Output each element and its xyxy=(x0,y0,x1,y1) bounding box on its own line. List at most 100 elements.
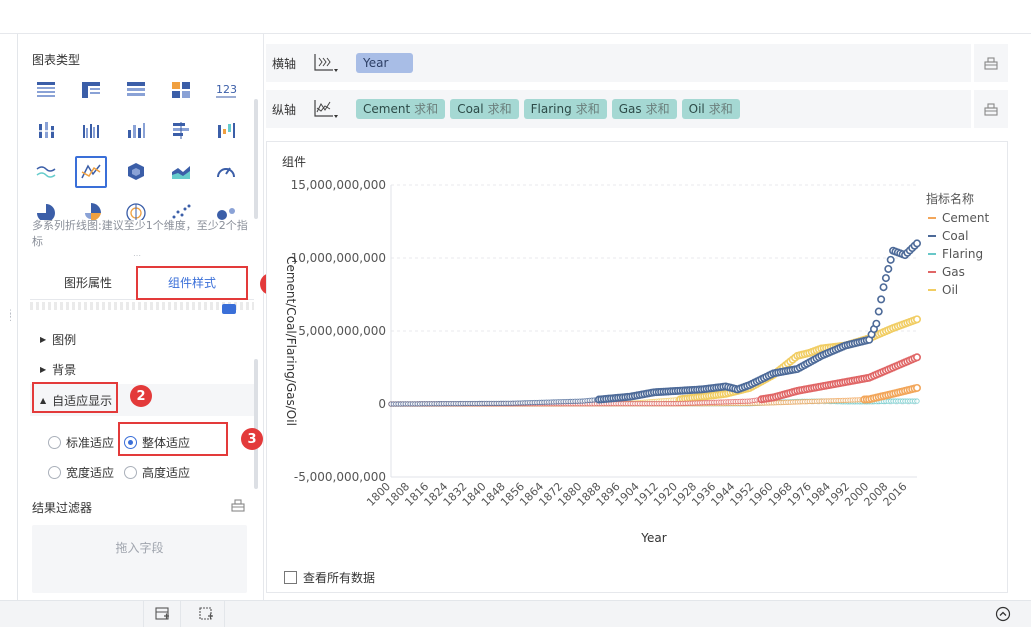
clipped-row xyxy=(30,302,254,310)
tree-item-background[interactable]: ▶ 背景 xyxy=(40,361,76,378)
view-all-checkbox[interactable] xyxy=(284,571,297,584)
legend-item[interactable]: Coal xyxy=(928,227,989,245)
svg-text:123: 123 xyxy=(216,83,237,96)
add-component-icon[interactable] xyxy=(187,601,225,627)
group-bar-icon[interactable] xyxy=(75,115,107,147)
legend-item[interactable]: Cement xyxy=(928,209,989,227)
annotation-box-3 xyxy=(118,422,228,456)
legend: Cement Coal Flaring Gas Oil xyxy=(928,209,989,299)
view-all-data[interactable]: 查看所有数据 xyxy=(284,569,375,586)
data-point[interactable] xyxy=(886,255,895,264)
field-aggregation: 求和 xyxy=(575,102,600,116)
radio-height[interactable]: 高度适应 xyxy=(124,464,190,481)
collapsed-toggle-icon[interactable] xyxy=(222,304,236,314)
radio-dot xyxy=(48,436,61,449)
chart-hint: 多系列折线图:建议至少1个维度，至少2个指标 xyxy=(32,219,248,248)
radio-width[interactable]: 宽度适应 xyxy=(48,464,114,481)
data-point[interactable] xyxy=(884,264,893,273)
left-panel: 图表类型 123 多系列折线图:建议至少1个维度，至少2个指标 ⋯ 图形属性 组… xyxy=(18,34,264,600)
detail-table-icon[interactable] xyxy=(120,74,152,106)
pie-icon[interactable] xyxy=(30,197,62,220)
number-icon[interactable]: 123 xyxy=(210,74,242,106)
data-point[interactable] xyxy=(877,295,886,304)
x-axis-settings-icon[interactable] xyxy=(974,44,1008,82)
drag-handle-icon[interactable]: ⋮ ⋮ xyxy=(6,310,15,328)
bar-chart-icon[interactable] xyxy=(120,115,152,147)
legend-item[interactable]: Oil xyxy=(928,281,989,299)
y-tick-label: -5,000,000,000 xyxy=(294,470,386,484)
data-point[interactable] xyxy=(881,274,890,283)
field-pill[interactable]: Coal 求和 xyxy=(450,99,519,119)
style-scrollbar[interactable] xyxy=(254,359,258,489)
radio-dot xyxy=(124,466,137,479)
data-point[interactable] xyxy=(914,398,920,404)
radio-standard[interactable]: 标准适应 xyxy=(48,434,114,451)
radio-label: 标准适应 xyxy=(66,436,115,450)
tab-graphic-properties[interactable]: 图形属性 xyxy=(48,268,128,298)
horizontal-bar-icon[interactable] xyxy=(165,115,197,147)
gauge-icon[interactable] xyxy=(210,156,242,188)
x-axis-label: 横轴 xyxy=(272,56,297,71)
data-point[interactable] xyxy=(872,319,881,328)
legend-item[interactable]: Flaring xyxy=(928,245,989,263)
y-axis-row: 纵轴 Cement 求和 Coal 求和 Flaring 求和 Gas 求和 Oil 求和 xyxy=(266,90,971,128)
data-point[interactable] xyxy=(874,307,883,316)
bubble-icon[interactable] xyxy=(210,197,242,220)
chart-card: 组件 15,000,000,000 10,000,000,000 5,000,000… xyxy=(266,141,1008,593)
data-point[interactable] xyxy=(879,283,888,292)
field-pill[interactable]: Year xyxy=(356,53,414,73)
scatter-icon[interactable] xyxy=(165,197,197,220)
chart-type-grid: 123 xyxy=(30,74,252,220)
field-name: Coal xyxy=(457,102,484,116)
radar-icon[interactable] xyxy=(120,197,152,220)
field-pill[interactable]: Cement 求和 xyxy=(356,99,446,119)
field-pill[interactable]: Oil 求和 xyxy=(681,99,740,119)
annotation-badge-2: 2 xyxy=(130,385,152,407)
caret-right-icon: ▶ xyxy=(40,335,47,344)
area-chart-icon[interactable] xyxy=(165,156,197,188)
rose-icon[interactable] xyxy=(75,197,107,220)
collapse-up-icon[interactable] xyxy=(995,606,1011,622)
add-dashboard-icon[interactable] xyxy=(143,601,181,627)
kpi-card-icon[interactable] xyxy=(165,74,197,106)
field-pill[interactable]: Gas 求和 xyxy=(611,99,677,119)
dot-bar-icon[interactable] xyxy=(30,115,62,147)
table-icon[interactable] xyxy=(30,74,62,106)
legend-label: Coal xyxy=(942,229,969,243)
field-aggregation: 求和 xyxy=(414,102,439,116)
field-name: Gas xyxy=(618,102,642,116)
line-chart-icon[interactable] xyxy=(75,156,107,188)
caret-right-icon: ▶ xyxy=(40,365,47,374)
legend-item[interactable]: Gas xyxy=(928,263,989,281)
legend-swatch xyxy=(928,253,936,255)
field-pill[interactable]: Flaring 求和 xyxy=(523,99,607,119)
tree-item-legend[interactable]: ▶ 图例 xyxy=(40,331,76,348)
bottom-bar xyxy=(0,600,1031,627)
annotation-badge-3: 3 xyxy=(241,428,263,450)
y-tick-label: 0 xyxy=(378,397,386,411)
x-field-list: Year xyxy=(356,53,418,73)
data-point[interactable] xyxy=(912,353,921,362)
chart-grid-scrollbar[interactable] xyxy=(254,99,258,219)
data-point[interactable] xyxy=(912,239,921,248)
3d-box-icon[interactable] xyxy=(120,156,152,188)
filter-settings-icon[interactable] xyxy=(230,497,246,513)
y-axis-label: 纵轴 xyxy=(272,102,297,117)
cross-table-icon[interactable] xyxy=(75,74,107,106)
data-point[interactable] xyxy=(912,383,921,392)
annotation-box-1 xyxy=(136,266,248,300)
multi-line-icon[interactable] xyxy=(30,156,62,188)
x-axis-config-icon[interactable] xyxy=(312,52,339,74)
waterfall-icon[interactable] xyxy=(210,115,242,147)
annotation-box-2 xyxy=(32,382,118,413)
y-tick-label: 5,000,000,000 xyxy=(298,324,386,338)
resize-handle-icon[interactable]: ⋯ xyxy=(133,252,149,260)
field-aggregation: 求和 xyxy=(645,102,670,116)
data-point[interactable] xyxy=(912,315,921,324)
filter-drop-zone[interactable]: 拖入字段 xyxy=(32,525,247,593)
radio-dot xyxy=(48,466,61,479)
radio-label: 高度适应 xyxy=(142,466,191,480)
y-axis-config-icon[interactable] xyxy=(312,98,339,120)
y-axis-settings-icon[interactable] xyxy=(974,90,1008,128)
x-axis-title: Year xyxy=(640,531,666,545)
